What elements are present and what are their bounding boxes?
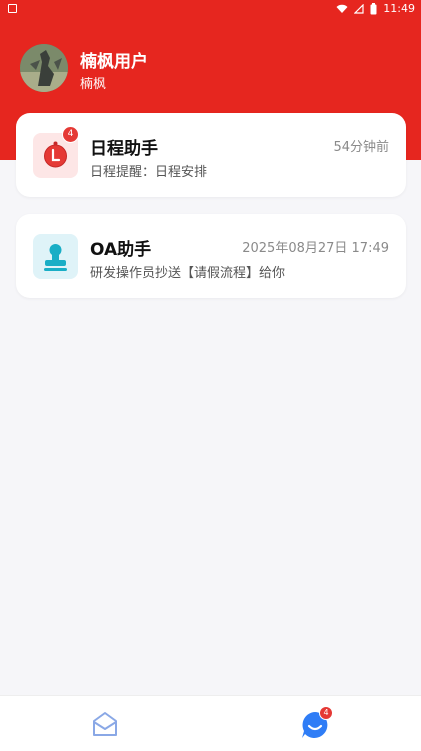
- signal-icon: [354, 4, 364, 14]
- user-subtitle: 楠枫: [80, 77, 107, 92]
- messages-unread-badge: 4: [319, 706, 333, 720]
- status-time: 11:49: [383, 2, 415, 15]
- status-bar: 11:49: [0, 0, 421, 18]
- bottom-navigation: 4: [0, 695, 421, 751]
- message-card-oa-assistant[interactable]: OA助手 2025年08月27日 17:49 研发操作员抄送【请假流程】给你: [16, 214, 406, 298]
- notification-icon: [8, 4, 17, 13]
- unread-badge: 4: [62, 126, 79, 143]
- message-time: 2025年08月27日 17:49: [242, 241, 389, 256]
- message-title: OA助手: [90, 240, 152, 260]
- message-time: 54分钟前: [333, 140, 389, 155]
- message-preview: 日程提醒：日程安排: [90, 165, 208, 180]
- wifi-icon: [336, 4, 348, 13]
- avatar-image: [20, 44, 68, 92]
- message-title: 日程助手: [90, 139, 158, 159]
- message-card-schedule-assistant[interactable]: 4 日程助手 54分钟前 日程提醒：日程安排: [16, 113, 406, 197]
- home-envelope-icon[interactable]: [91, 710, 119, 738]
- oa-icon-tile: [33, 234, 78, 279]
- avatar[interactable]: [20, 44, 68, 92]
- stamp-icon: [44, 244, 67, 271]
- user-name: 楠枫用户: [80, 52, 148, 72]
- status-right-group: 11:49: [336, 2, 415, 16]
- message-preview: 研发操作员抄送【请假流程】给你: [90, 266, 286, 281]
- battery-icon: [370, 3, 377, 15]
